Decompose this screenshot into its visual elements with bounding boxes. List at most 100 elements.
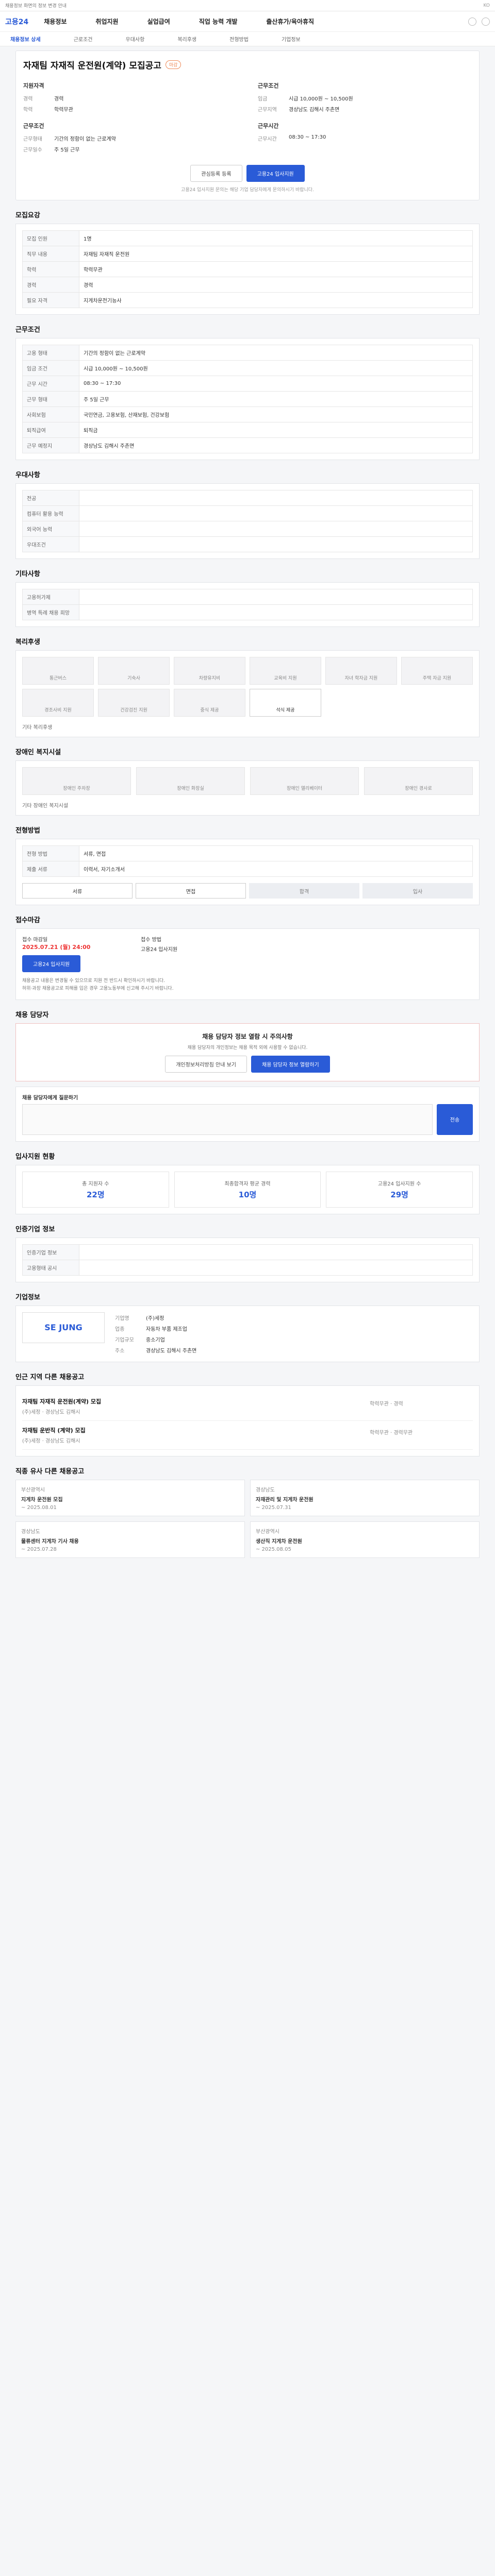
conditions-section-title: 근무조건	[15, 326, 40, 334]
nav-item-benefits[interactable]: 실업급여	[147, 17, 170, 26]
table-key: 임금 조건	[22, 360, 79, 376]
hours-heading: 근무시간	[258, 123, 279, 129]
rec-info: 학력무관 · 경력무관	[370, 1430, 413, 1436]
facility-tile: 장애인 화장실	[136, 767, 245, 795]
save-interest-button[interactable]: 관심등록 등록	[190, 165, 242, 182]
welfare-tile: 주택 자금 지원	[401, 657, 473, 685]
header-actions	[468, 17, 490, 26]
summary-row: 근무일수 주 5일 근무	[23, 144, 237, 155]
table-key: 경력	[22, 277, 79, 293]
rec-section: 자재팀 자재직 운전원(계약) 모집 (주)세정 · 경상남도 김해시 학력무관 …	[15, 1385, 480, 1456]
company-key: 기업명	[115, 1315, 129, 1321]
search-icon[interactable]	[468, 17, 476, 26]
table-value	[79, 536, 473, 552]
etc-table: 고용허가제 병역 특례 채용 희망	[22, 589, 473, 620]
table-key: 병역 특례 채용 희망	[22, 604, 79, 620]
process-section: 전형 방법 서류, 면접 제출 서류 이력서, 자기소개서 서류 면접 합격 입사	[15, 839, 480, 905]
job-title-row: 자재팀 자재직 운전원(계약) 모집공고 마감	[23, 58, 472, 71]
menu-icon[interactable]	[482, 17, 490, 26]
table-row: 직무 내용 자재팀 자재직 운전원	[22, 246, 473, 262]
company-details: 기업명 (주)세정 업종 자동차 부품 제조업 기업규모 중소기업 주소 경상남도 김해…	[115, 1312, 473, 1355]
table-row: 전형 방법 서류, 면접	[22, 845, 473, 861]
facility-tile: 장애인 주차장	[22, 767, 131, 795]
table-value: 기간의 정함이 없는 근로계약	[79, 345, 473, 361]
stats-section: 총 지원자 수 22명 최종합격자 평균 경력 10명 고용24 입사지원 수 29명	[15, 1164, 480, 1214]
table-row: 인증기업 정보	[22, 1244, 473, 1260]
deadline-label: 접수 마감일	[22, 937, 48, 943]
recruit-section: 모집 인원 1명 직무 내용 자재팀 자재직 운전원 학력 학력무관 경력 경력 필요 …	[15, 224, 480, 315]
conditions-table: 고용 형태 기간의 정함이 없는 근로계약 임금 조건 시급 10,000원 ~ 1…	[22, 345, 473, 453]
table-key: 근무 시간	[22, 376, 79, 392]
deadline-section: 접수 마감일 2025.07.21 (월) 24:00 고용24 입사지원 접수…	[15, 928, 480, 1000]
company-section: SE JUNG 기업명 (주)세정 업종 자동차 부품 제조업 기업규모 중소기업 주…	[15, 1305, 480, 1362]
nav-item-jobs[interactable]: 채용정보	[44, 17, 67, 26]
subnav-detail[interactable]: 채용정보 상세	[10, 35, 41, 43]
manager-alert: 채용 담당자 정보 열람 시 주의사항 채용 담당자의 개인정보는 채용 목적 …	[15, 1023, 480, 1081]
view-manager-button[interactable]: 채용 담당자 정보 열람하기	[251, 1055, 330, 1073]
table-value: 지게차운전기능사	[79, 292, 473, 308]
welfare-tile-active: 석식 제공	[250, 689, 321, 717]
subnav-conditions[interactable]: 근로조건	[74, 35, 93, 43]
similar-date: ~ 2025.08.01	[21, 1504, 57, 1511]
subnav-welfare[interactable]: 복리후생	[177, 35, 196, 43]
table-row: 고용형태 공시	[22, 1259, 473, 1276]
rec-title[interactable]: 자재팀 자재직 운전원(계약) 모집	[22, 1397, 370, 1405]
nav-item-support[interactable]: 취업지원	[95, 17, 118, 26]
send-question-button[interactable]: 전송	[437, 1104, 473, 1135]
summary-key: 근무시간	[258, 137, 277, 142]
deadline-apply-button[interactable]: 고용24 입사지원	[22, 955, 81, 972]
stat-value: 22명	[86, 1190, 105, 1199]
subnav-preferences[interactable]: 우대사항	[126, 35, 145, 43]
similar-title[interactable]: 자재관리 및 지게차 운전원	[256, 1495, 474, 1503]
welfare-tiles: 통근버스 기숙사 차량유지비 교육비 지원 자녀 학자금 지원 주택 자금 지원…	[22, 657, 473, 717]
similar-card[interactable]: 경상남도 자재관리 및 지게차 운전원 ~ 2025.07.31	[250, 1479, 480, 1516]
deadline-col: 접수 마감일 2025.07.21 (월) 24:00 고용24 입사지원	[22, 935, 125, 972]
alert-actions: 개인정보처리방침 안내 보기 채용 담당자 정보 열람하기	[24, 1055, 471, 1073]
qualification-heading: 지원자격	[23, 82, 44, 89]
table-value	[79, 1259, 473, 1276]
facility-tile: 장애인 엘리베이터	[250, 767, 359, 795]
nav-item-training[interactable]: 직업 능력 개발	[199, 17, 238, 26]
apply-button[interactable]: 고용24 입사지원	[246, 165, 305, 182]
process-steps: 서류 면접 합격 입사	[22, 883, 473, 899]
content-wrapper: 자재팀 자재직 운전원(계약) 모집공고 마감 지원자격 경력 경력 학력 학력무관…	[15, 50, 480, 1579]
table-key: 필요 자격	[22, 292, 79, 308]
nav-item-leave[interactable]: 출산휴가/육아휴직	[266, 17, 314, 26]
company-row: 업종 자동차 부품 제조업	[115, 1323, 473, 1334]
table-row: 병역 특례 채용 희망	[22, 604, 473, 620]
rec-title[interactable]: 자재팀 운반직 (계약) 모집	[22, 1426, 370, 1434]
summary-left: 지원자격 경력 경력 학력 학력무관 근무조건 근무형태 기간의 정함이 없는 근로계…	[23, 81, 237, 155]
similar-title[interactable]: 생산직 지게차 운전원	[256, 1537, 474, 1545]
list-item[interactable]: 자재팀 운반직 (계약) 모집 (주)세정 · 경상남도 김해시 학력무관 · 경…	[22, 1421, 473, 1450]
summary-right: 근무조건 임금 시급 10,000원 ~ 10,500원 근무지역 경상남도 김해시…	[258, 81, 472, 155]
welfare-tile: 통근버스	[22, 657, 94, 685]
table-value	[79, 521, 473, 537]
table-value	[79, 1244, 473, 1260]
similar-card[interactable]: 경상남도 물류센터 지게차 기사 채용 ~ 2025.07.28	[15, 1521, 245, 1558]
status-badge: 마감	[165, 60, 182, 69]
question-textarea[interactable]	[22, 1104, 433, 1135]
stat-label: 총 지원자 수	[82, 1181, 109, 1187]
cta-row: 관심등록 등록 고용24 입사지원	[23, 165, 472, 182]
privacy-policy-button[interactable]: 개인정보처리방침 안내 보기	[165, 1055, 247, 1073]
similar-card[interactable]: 부산광역시 생산직 지게차 운전원 ~ 2025.08.05	[250, 1521, 480, 1558]
list-item[interactable]: 자재팀 자재직 운전원(계약) 모집 (주)세정 · 경상남도 김해시 학력무관 …	[22, 1392, 473, 1421]
table-value	[79, 604, 473, 620]
site-logo[interactable]: 고용24	[5, 16, 28, 27]
stat-label: 최종합격자 평균 경력	[224, 1181, 271, 1187]
info-section: 인증기업 정보 고용형태 공시	[15, 1237, 480, 1282]
similar-card[interactable]: 부산광역시 지게차 운전원 모집 ~ 2025.08.01	[15, 1479, 245, 1516]
summary-value: 경상남도 김해시 주촌면	[289, 107, 340, 113]
similar-tag: 부산광역시	[256, 1529, 279, 1535]
stats-grid: 총 지원자 수 22명 최종합격자 평균 경력 10명 고용24 입사지원 수 29명	[22, 1171, 473, 1208]
table-key: 전공	[22, 490, 79, 506]
similar-title[interactable]: 물류센터 지게차 기사 채용	[21, 1537, 239, 1545]
stat-label: 고용24 입사지원 수	[377, 1181, 421, 1187]
subnav-company[interactable]: 기업정보	[282, 35, 301, 43]
language-selector[interactable]: KO	[484, 3, 490, 8]
similar-title[interactable]: 지게차 운전원 모집	[21, 1495, 239, 1503]
table-value	[79, 589, 473, 605]
table-key: 학력	[22, 261, 79, 277]
subnav-process[interactable]: 전형방법	[229, 35, 249, 43]
rec-sub: (주)세정 · 경상남도 김해시	[22, 1409, 80, 1415]
